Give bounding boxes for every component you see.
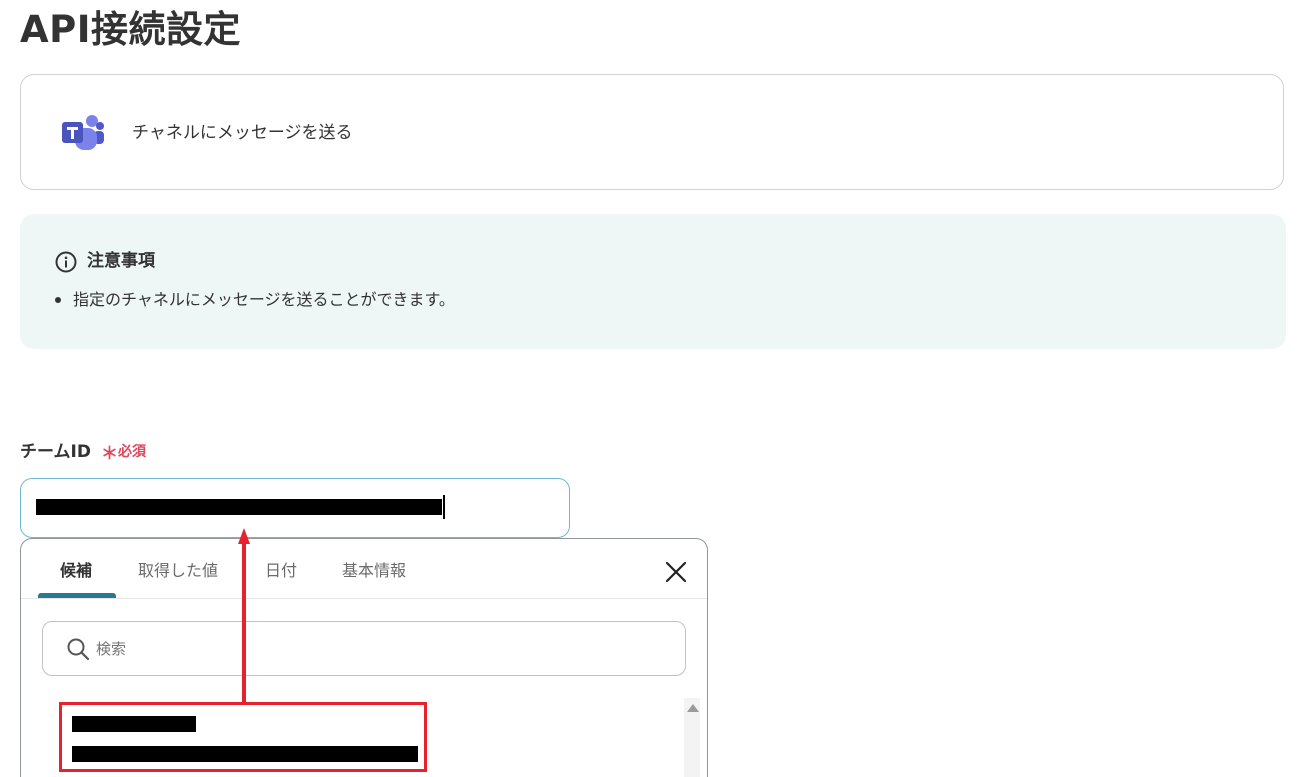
candidate-list-item[interactable]: [59, 702, 427, 772]
required-asterisk: ＊: [101, 444, 118, 464]
redacted-value: [36, 499, 442, 515]
search-icon: [67, 638, 90, 661]
tab-divider: [21, 598, 707, 599]
search-placeholder: 検索: [96, 640, 127, 658]
close-icon[interactable]: [664, 560, 688, 584]
tab-basic-info[interactable]: 基本情報: [342, 558, 406, 584]
page-title: API接続設定: [20, 8, 242, 51]
notice-box: 注意事項 指定のチャネルにメッセージを送ることができます。: [20, 214, 1286, 349]
notice-item: 指定のチャネルにメッセージを送ることができます。: [73, 290, 455, 309]
action-card[interactable]: チャネルにメッセージを送る: [20, 74, 1284, 190]
bullet-dot: [55, 297, 61, 303]
tab-date[interactable]: 日付: [265, 558, 297, 584]
redacted-candidate-id: [72, 746, 418, 762]
page: API接続設定 チャネルにメッセージを送る 注意事項 指定のチャネルにメッセージ…: [0, 0, 1297, 777]
team-id-label: チームID: [20, 442, 91, 462]
info-icon: [55, 251, 77, 273]
text-caret: [443, 495, 445, 519]
microsoft-teams-icon: [62, 115, 104, 150]
team-id-input[interactable]: [20, 478, 570, 538]
search-input[interactable]: 検索: [42, 621, 686, 676]
action-label: チャネルにメッセージを送る: [132, 123, 353, 143]
required-badge: 必須: [118, 444, 146, 460]
tab-candidates[interactable]: 候補: [60, 558, 92, 584]
redacted-candidate-name: [72, 716, 196, 732]
scroll-up-icon[interactable]: [687, 704, 699, 712]
notice-title: 注意事項: [87, 251, 155, 271]
value-picker-panel: 候補 取得した値 日付 基本情報 検索: [20, 538, 708, 777]
tab-retrieved-values[interactable]: 取得した値: [138, 558, 218, 584]
